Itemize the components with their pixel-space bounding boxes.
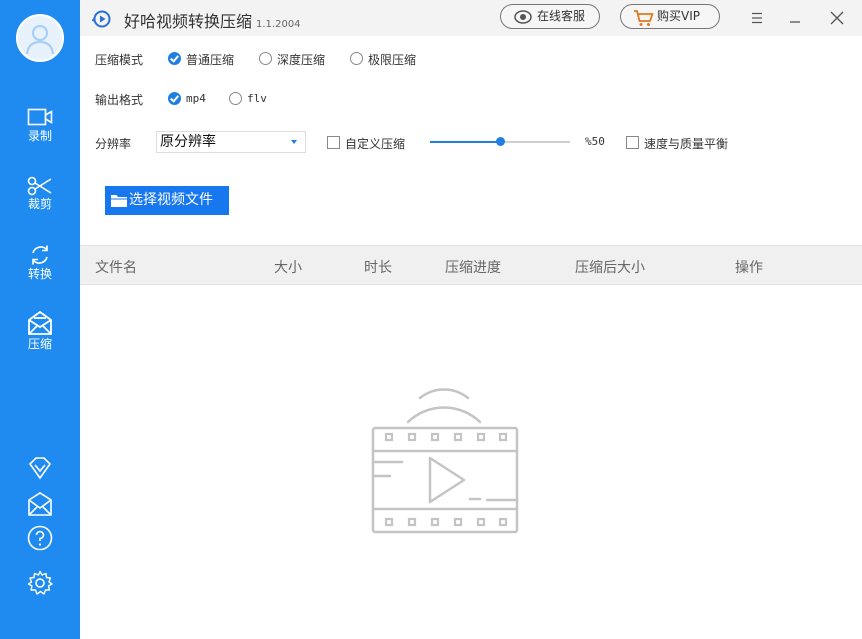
diamond-icon[interactable]	[26, 454, 54, 482]
column-header: 大小	[274, 260, 302, 276]
radio-normal-compress[interactable]: 普通压缩	[168, 51, 238, 67]
speed-quality-balance-checkbox[interactable]: 速度与质量平衡	[626, 135, 736, 151]
scissors-icon	[27, 176, 52, 196]
app-logo-icon	[92, 10, 111, 28]
slider-fill	[430, 141, 500, 143]
compress-mode-label: 压缩模式	[95, 53, 144, 67]
resolution-select[interactable]: 原分辨率	[156, 131, 306, 153]
cart-icon	[634, 10, 654, 26]
refresh-icon	[32, 245, 48, 265]
online-support-button[interactable]: 在线客服	[500, 4, 600, 29]
radio-indicator	[168, 52, 181, 65]
app-title: 好哈视频转换压缩 1.1.2004	[124, 12, 301, 31]
sidebar-item-label: 裁剪	[27, 197, 52, 211]
help-icon[interactable]	[26, 524, 54, 552]
radio-format-mp4[interactable]: mp4	[168, 91, 218, 107]
radio-deep-compress[interactable]: 深度压缩	[259, 51, 329, 67]
sidebar-item-label: 录制	[27, 129, 52, 143]
column-header: 时长	[364, 260, 392, 276]
close-icon[interactable]	[826, 7, 848, 29]
sidebar-item-convert[interactable]: 转换	[0, 244, 80, 294]
empty-video-illustration-icon	[371, 388, 519, 534]
video-camera-icon	[27, 108, 53, 126]
quality-slider[interactable]	[430, 136, 570, 148]
resolution-label: 分辨率	[95, 137, 132, 151]
slider-value: %50	[585, 135, 605, 148]
slider-thumb[interactable]	[496, 137, 505, 146]
sidebar-item-crop[interactable]: 裁剪	[0, 176, 80, 226]
radio-indicator	[168, 92, 181, 105]
compress-envelope-icon	[28, 310, 52, 335]
column-header: 压缩后大小	[575, 260, 645, 276]
column-header: 压缩进度	[445, 260, 501, 276]
column-header: 文件名	[95, 260, 137, 276]
buy-vip-button[interactable]: 购买VIP	[620, 4, 720, 29]
folder-icon	[111, 195, 127, 207]
headset-icon	[514, 10, 532, 24]
menu-icon[interactable]	[746, 7, 768, 29]
sidebar-item-label: 压缩	[27, 337, 52, 351]
column-header: 操作	[735, 260, 763, 276]
radio-indicator	[259, 52, 272, 65]
select-video-file-button[interactable]: 选择视频文件	[105, 186, 229, 215]
radio-indicator	[229, 92, 242, 105]
sidebar: 录制 裁剪 转换 压缩	[0, 0, 80, 639]
file-table-header: 文件名 大小 时长 压缩进度 压缩后大小 操作	[80, 245, 862, 285]
user-avatar[interactable]	[16, 14, 64, 62]
chevron-down-icon	[291, 140, 297, 144]
envelope-icon[interactable]	[26, 490, 54, 518]
sidebar-item-compress[interactable]: 压缩	[0, 310, 80, 360]
minimize-icon[interactable]	[784, 7, 806, 29]
radio-indicator	[350, 52, 363, 65]
settings-icon[interactable]	[26, 569, 54, 597]
title-bar: 好哈视频转换压缩 1.1.2004 在线客服 购买VIP	[80, 0, 862, 36]
sidebar-item-label: 转换	[27, 267, 52, 281]
radio-format-flv[interactable]: flv	[229, 91, 279, 107]
checkbox-box	[327, 136, 340, 149]
app-version: 1.1.2004	[256, 19, 301, 30]
custom-compress-checkbox[interactable]: 自定义压缩	[327, 135, 412, 151]
radio-extreme-compress[interactable]: 极限压缩	[350, 51, 420, 67]
checkbox-box	[626, 136, 639, 149]
sidebar-item-record[interactable]: 录制	[0, 108, 80, 158]
output-format-label: 输出格式	[95, 93, 144, 107]
